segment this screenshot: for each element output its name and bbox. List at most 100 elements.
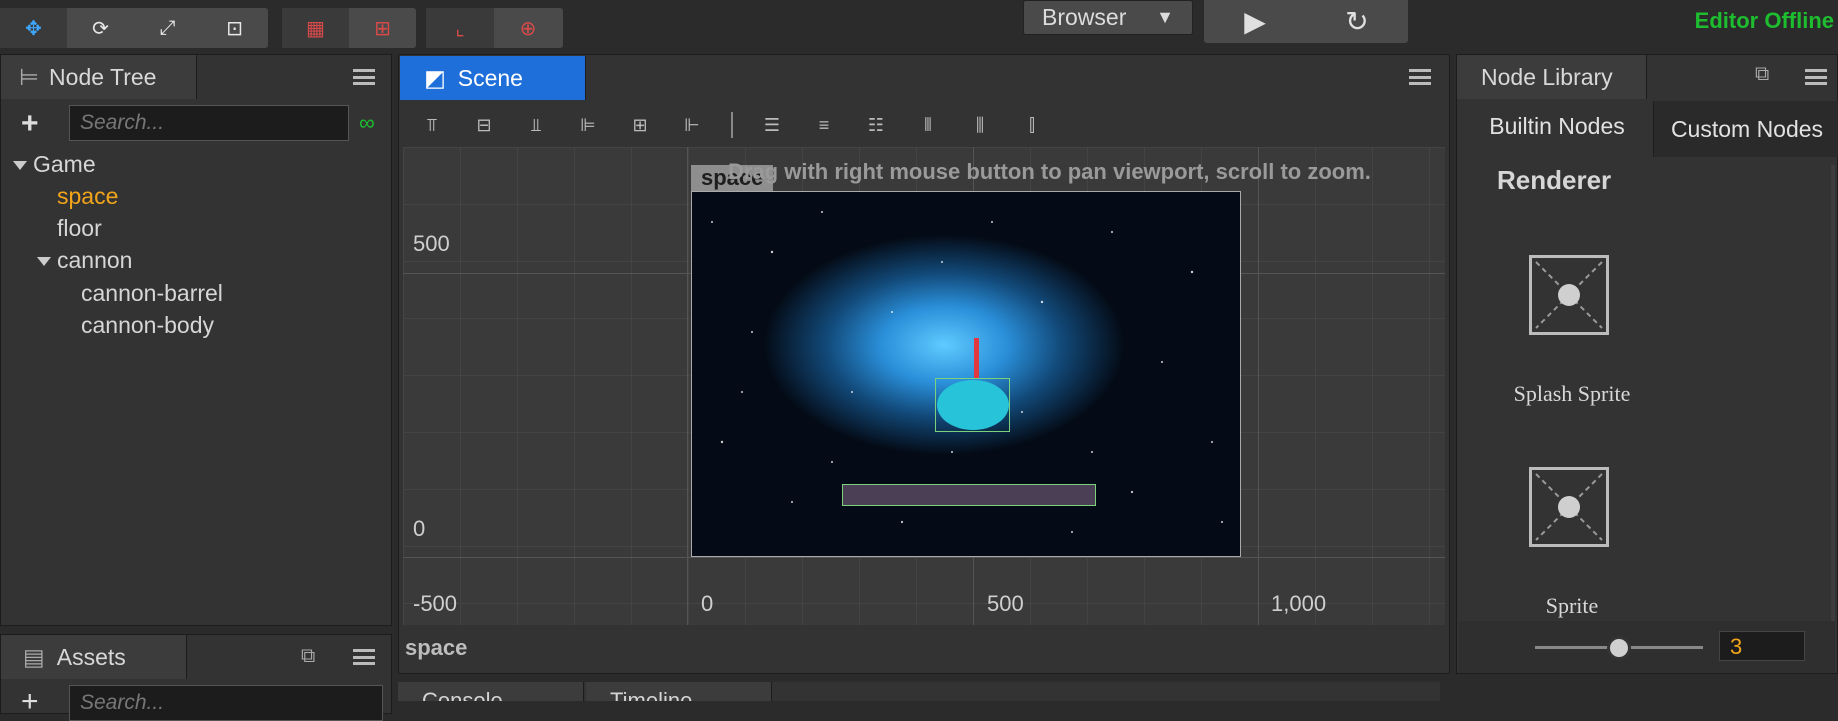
x-tick-1000: 1,000 <box>1271 591 1327 616</box>
node-library-panel: Node Library ⧉ Builtin Nodes Custom Node… <box>1456 54 1838 674</box>
sprite-thumb[interactable] <box>1529 467 1609 547</box>
node-tree-title: Node Tree <box>49 63 157 90</box>
node-search-input[interactable]: Search... <box>69 105 349 141</box>
add-asset-button[interactable]: + <box>21 685 39 719</box>
tab-builtin-nodes[interactable]: Builtin Nodes <box>1461 101 1653 151</box>
assets-icon: ▤ <box>23 643 45 670</box>
tab-console[interactable]: Console <box>398 682 584 701</box>
cannon-barrel[interactable] <box>974 338 979 378</box>
transform-tool-group: ✥ ⟳ ⤢ ⊡ <box>0 8 268 48</box>
tree-item-cannon[interactable]: cannon <box>37 247 132 274</box>
cannon-body-bounds[interactable] <box>935 378 1010 432</box>
timeline-tab-label: Timeline <box>610 688 693 701</box>
align-bottom-icon[interactable]: ⫫ <box>523 112 549 138</box>
sprite-placeholder-icon <box>1535 473 1603 541</box>
tab-assets[interactable]: ▤ Assets <box>1 635 187 679</box>
caret-down-icon <box>13 161 27 171</box>
library-scrollbar[interactable] <box>1831 165 1835 625</box>
y-tick-500: 500 <box>413 231 450 256</box>
scene-footer-label: space <box>405 635 468 660</box>
tab-custom-nodes[interactable]: Custom Nodes <box>1653 101 1838 157</box>
run-group: ▶ ↻ <box>1204 0 1408 43</box>
pivot-button[interactable]: ▦ <box>282 8 349 48</box>
move-icon: ✥ <box>25 17 42 40</box>
x-axis-line <box>403 557 1445 558</box>
refresh-button[interactable]: ↻ <box>1306 0 1408 43</box>
popout-icon[interactable]: ⧉ <box>301 645 315 668</box>
menu-icon[interactable] <box>353 69 375 85</box>
tree-item-game[interactable]: Game <box>13 151 96 178</box>
tab-timeline[interactable]: Timeline <box>586 682 772 701</box>
scene-viewport[interactable]: space Drag with right mouse button to pa… <box>403 147 1445 625</box>
link-icon[interactable]: ∞ <box>359 110 375 136</box>
scale-tool-button[interactable]: ⤢ <box>134 8 201 48</box>
global-icon: ⊕ <box>519 17 537 40</box>
pivot-group: ▦ ⊞ <box>282 8 416 48</box>
distribute-vcenter-icon[interactable]: ≡ <box>811 112 837 138</box>
popout-icon[interactable]: ⧉ <box>1755 63 1769 86</box>
distribute-top-icon[interactable]: ☰ <box>759 112 785 138</box>
align-vcenter-icon[interactable]: ⊟ <box>471 112 497 138</box>
section-renderer: Renderer <box>1497 165 1612 195</box>
distribute-right-icon[interactable]: ⫿ <box>1019 112 1045 138</box>
zoom-slider-handle[interactable] <box>1607 636 1631 660</box>
distribute-left-icon[interactable]: ⦀ <box>915 112 941 138</box>
platform-select[interactable]: Browser ▼ <box>1023 0 1193 35</box>
x-tick-minus-500: -500 <box>413 591 458 616</box>
menu-icon[interactable] <box>1805 69 1827 85</box>
scene-tab-label: Scene <box>457 64 523 91</box>
assets-title: Assets <box>56 643 126 670</box>
distribute-bottom-icon[interactable]: ☷ <box>863 112 889 138</box>
toolbar-divider <box>731 112 733 138</box>
tab-node-library[interactable]: Node Library <box>1457 55 1647 99</box>
distribute-hcenter-icon[interactable]: ⫼ <box>967 112 993 138</box>
tab-scene[interactable]: ◩ Scene <box>400 56 586 100</box>
y-tick-0: 0 <box>413 516 426 541</box>
cannon-body <box>937 380 1009 430</box>
zoom-value-input[interactable]: 3 <box>1719 631 1805 661</box>
tree-item-space[interactable]: space <box>57 183 118 210</box>
scale-icon: ⤢ <box>159 16 176 39</box>
rotate-icon: ⟳ <box>92 17 109 40</box>
chevron-down-icon: ▼ <box>1156 7 1174 27</box>
align-hcenter-icon[interactable]: ⊞ <box>627 112 653 138</box>
center-icon: ⊞ <box>374 17 391 40</box>
game-canvas[interactable] <box>691 191 1241 557</box>
menu-icon[interactable] <box>1409 69 1431 85</box>
console-tab-label: Console <box>422 688 503 701</box>
asset-search-input[interactable]: Search... <box>69 685 383 721</box>
rotate-tool-button[interactable]: ⟳ <box>67 8 134 48</box>
top-toolbar: ✥ ⟳ ⤢ ⊡ ▦ ⊞ ⌞ ⊕ Browser ▼ ▶ ↻ Editor Off… <box>0 0 1838 54</box>
coord-group: ⌞ ⊕ <box>426 8 563 48</box>
sprite-placeholder-icon <box>1535 261 1603 329</box>
y-axis-line <box>687 147 688 625</box>
rect-tool-button[interactable]: ⊡ <box>201 8 268 48</box>
assets-panel: ▤ Assets ⧉ + Search... <box>0 634 392 721</box>
bottom-panel: Console Timeline <box>398 682 1440 701</box>
sprite-label: Sprite <box>1545 593 1599 618</box>
play-button[interactable]: ▶ <box>1204 0 1306 43</box>
node-tree-panel: ⊨ Node Tree + Search... ∞ Game space flo… <box>0 54 392 626</box>
scene-icon: ◩ <box>424 64 446 91</box>
library-footer: 3 <box>1459 621 1835 673</box>
node-library-title: Node Library <box>1481 63 1613 90</box>
align-top-icon[interactable]: ⫪ <box>419 112 445 138</box>
add-node-button[interactable]: + <box>21 107 39 141</box>
menu-icon[interactable] <box>353 649 375 665</box>
align-right-icon[interactable]: ⊩ <box>679 112 705 138</box>
align-left-icon[interactable]: ⊫ <box>575 112 601 138</box>
scene-panel: ◩ Scene ⫪ ⊟ ⫫ ⊫ ⊞ ⊩ ☰ ≡ ☷ ⦀ ⫼ ⫿ space Dr… <box>398 54 1450 674</box>
tab-node-tree[interactable]: ⊨ Node Tree <box>1 55 197 99</box>
local-coord-button[interactable]: ⌞ <box>426 8 494 48</box>
global-coord-button[interactable]: ⊕ <box>494 8 562 48</box>
move-tool-button[interactable]: ✥ <box>0 8 67 48</box>
platform-select-label: Browser <box>1042 4 1127 30</box>
center-button[interactable]: ⊞ <box>349 8 416 48</box>
play-icon: ▶ <box>1244 6 1266 37</box>
splash-sprite-thumb[interactable] <box>1529 255 1609 335</box>
tree-item-cannon-barrel[interactable]: cannon-barrel <box>81 280 223 307</box>
floor[interactable] <box>842 484 1096 506</box>
x-tick-0: 0 <box>701 591 714 616</box>
tree-item-floor[interactable]: floor <box>57 215 102 242</box>
tree-item-cannon-body[interactable]: cannon-body <box>81 312 214 339</box>
